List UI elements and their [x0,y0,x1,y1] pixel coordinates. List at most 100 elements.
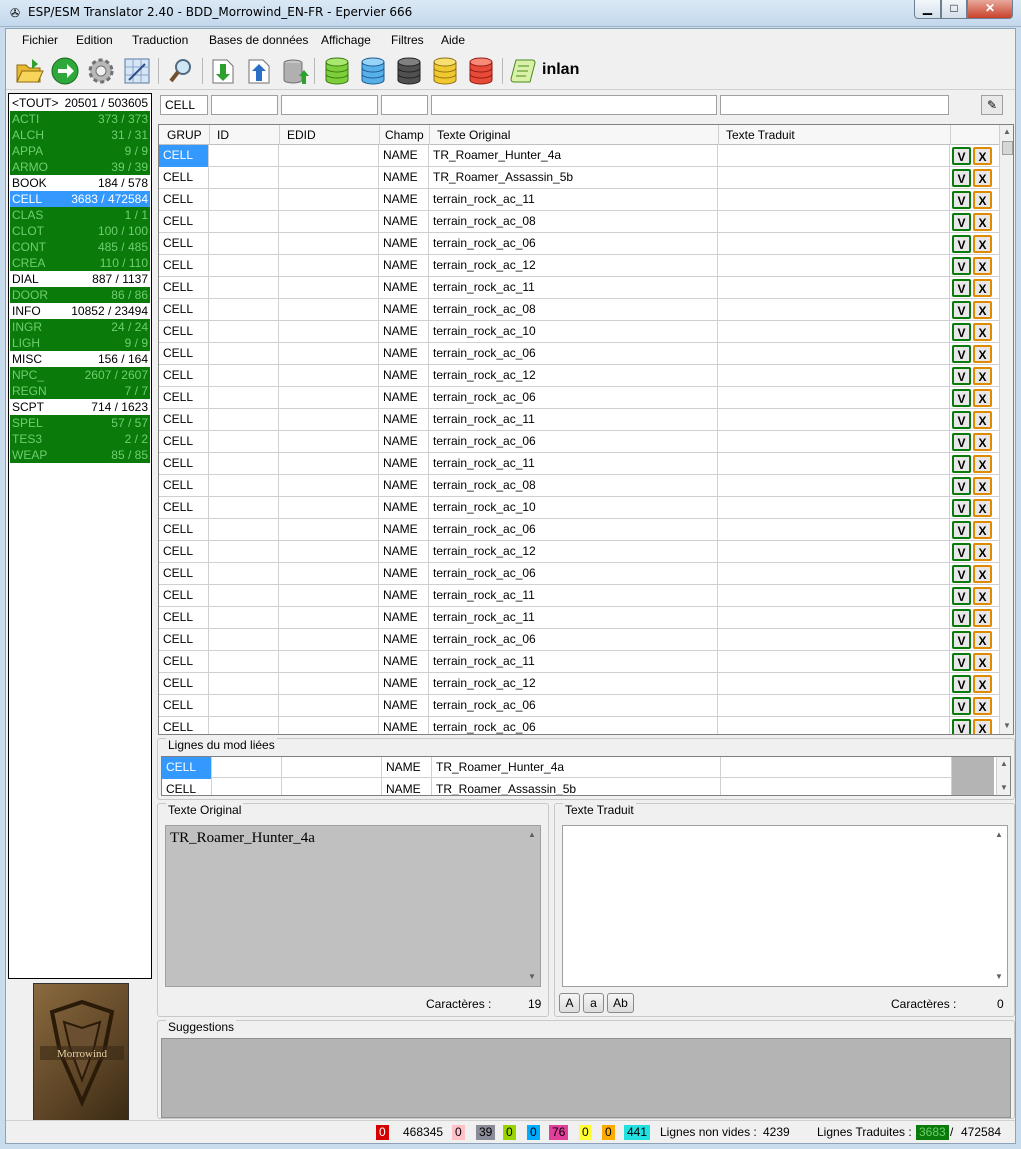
table-cell[interactable]: CELL [159,651,209,673]
table-cell[interactable]: NAME [379,321,429,343]
reject-button[interactable]: X [973,169,992,187]
table-cell[interactable]: CELL [159,563,209,585]
reject-button[interactable]: X [973,257,992,275]
table-cell[interactable]: terrain_rock_ac_11 [429,453,718,475]
table-cell[interactable] [279,277,379,299]
table-cell[interactable]: NAME [379,277,429,299]
type-list-item[interactable]: CLAS 1 / 1 [10,207,150,223]
table-cell[interactable] [718,497,950,519]
table-cell[interactable] [209,541,279,563]
validate-button[interactable]: V [952,191,971,209]
table-cell[interactable] [718,299,950,321]
minimize-button[interactable]: ▁ [914,0,941,19]
table-cell[interactable] [721,757,952,779]
table-cell[interactable]: NAME [379,673,429,695]
table-cell[interactable] [718,629,950,651]
table-cell[interactable] [209,409,279,431]
table-cell[interactable]: CELL [159,255,209,277]
type-list-item[interactable]: REGN 7 / 7 [10,383,150,399]
scroll-down-icon[interactable]: ▼ [995,972,1003,981]
table-cell[interactable]: TR_Roamer_Assassin_5b [429,167,718,189]
table-cell[interactable] [282,779,382,795]
table-cell[interactable] [279,695,379,717]
linked-scrollbar[interactable]: ▲ ▼ [996,757,1010,795]
table-cell[interactable] [718,519,950,541]
validate-button[interactable]: V [952,609,971,627]
import-icon[interactable] [208,56,238,86]
table-cell[interactable] [209,607,279,629]
table-row[interactable]: CELL NAME terrain_rock_ac_11 V X [159,453,999,475]
table-row[interactable]: CELL NAME terrain_rock_ac_06 V X [159,695,999,717]
table-cell[interactable] [279,673,379,695]
table-row[interactable]: CELL NAME terrain_rock_ac_12 V X [159,365,999,387]
table-cell[interactable] [279,497,379,519]
validate-button[interactable]: V [952,323,971,341]
type-list-item[interactable]: ACTI 373 / 373 [10,111,150,127]
table-row[interactable]: CELL NAME terrain_rock_ac_06 V X [159,629,999,651]
table-cell[interactable] [279,233,379,255]
table-cell[interactable] [212,757,282,779]
table-row[interactable]: CELL NAME terrain_rock_ac_11 V X [159,585,999,607]
table-cell[interactable] [718,585,950,607]
table-cell[interactable]: NAME [379,409,429,431]
record-type-list[interactable]: <TOUT> 20501 / 503605 ACTI 373 / 373 ALCH 31 … [8,93,152,979]
reject-button[interactable]: X [973,279,992,297]
validate-button[interactable]: V [952,697,971,715]
type-list-item[interactable]: SCPT 714 / 1623 [10,399,150,415]
scroll-down-icon[interactable]: ▼ [1000,783,1008,792]
table-cell[interactable]: NAME [379,387,429,409]
linked-row[interactable]: CELL NAME TR_Roamer_Assassin_5b [162,779,952,795]
export-icon[interactable] [244,56,274,86]
filter-grup-input[interactable]: CELL [160,95,208,115]
table-cell[interactable] [721,779,952,795]
table-cell[interactable]: CELL [159,299,209,321]
reject-button[interactable]: X [973,367,992,385]
table-cell[interactable] [718,277,950,299]
table-cell[interactable] [209,475,279,497]
table-cell[interactable] [209,299,279,321]
table-row[interactable]: CELL NAME terrain_rock_ac_12 V X [159,255,999,277]
table-cell[interactable]: NAME [379,717,429,734]
table-cell[interactable]: CELL [159,211,209,233]
table-cell[interactable] [279,585,379,607]
table-cell[interactable] [209,717,279,734]
type-list-item[interactable]: BOOK 184 / 578 [10,175,150,191]
table-cell[interactable]: terrain_rock_ac_06 [429,343,718,365]
reject-button[interactable]: X [973,631,992,649]
table-cell[interactable] [279,431,379,453]
table-cell[interactable] [718,563,950,585]
table-cell[interactable] [279,541,379,563]
table-cell[interactable] [718,453,950,475]
type-list-item[interactable]: CREA 110 / 110 [10,255,150,271]
table-row[interactable]: CELL NAME terrain_rock_ac_12 V X [159,541,999,563]
table-cell[interactable]: terrain_rock_ac_11 [429,189,718,211]
menu-edition[interactable]: Edition [76,33,113,47]
table-cell[interactable]: terrain_rock_ac_11 [429,607,718,629]
table-cell[interactable] [279,167,379,189]
table-row[interactable]: CELL NAME terrain_rock_ac_06 V X [159,717,999,734]
open-folder-icon[interactable] [14,56,44,86]
header-champ[interactable]: Champ [385,128,424,142]
table-cell[interactable]: NAME [379,541,429,563]
database-upload-icon[interactable] [280,56,310,86]
table-cell[interactable] [718,651,950,673]
table-cell[interactable] [282,757,382,779]
table-cell[interactable]: CELL [159,607,209,629]
table-cell[interactable]: NAME [379,233,429,255]
table-cell[interactable] [209,167,279,189]
table-row[interactable]: CELL NAME terrain_rock_ac_11 V X [159,189,999,211]
table-cell[interactable]: TR_Roamer_Assassin_5b [432,779,721,795]
table-cell[interactable]: NAME [379,475,429,497]
reject-button[interactable]: X [973,147,992,165]
lowercase-button[interactable]: a [583,993,604,1013]
table-cell[interactable] [718,475,950,497]
table-cell[interactable] [209,651,279,673]
table-cell[interactable] [718,607,950,629]
table-cell[interactable] [279,651,379,673]
filter-champ-input[interactable] [381,95,428,115]
table-cell[interactable]: NAME [379,563,429,585]
table-cell[interactable] [209,431,279,453]
table-row[interactable]: CELL NAME terrain_rock_ac_11 V X [159,277,999,299]
table-cell[interactable]: terrain_rock_ac_12 [429,365,718,387]
validate-button[interactable]: V [952,675,971,693]
